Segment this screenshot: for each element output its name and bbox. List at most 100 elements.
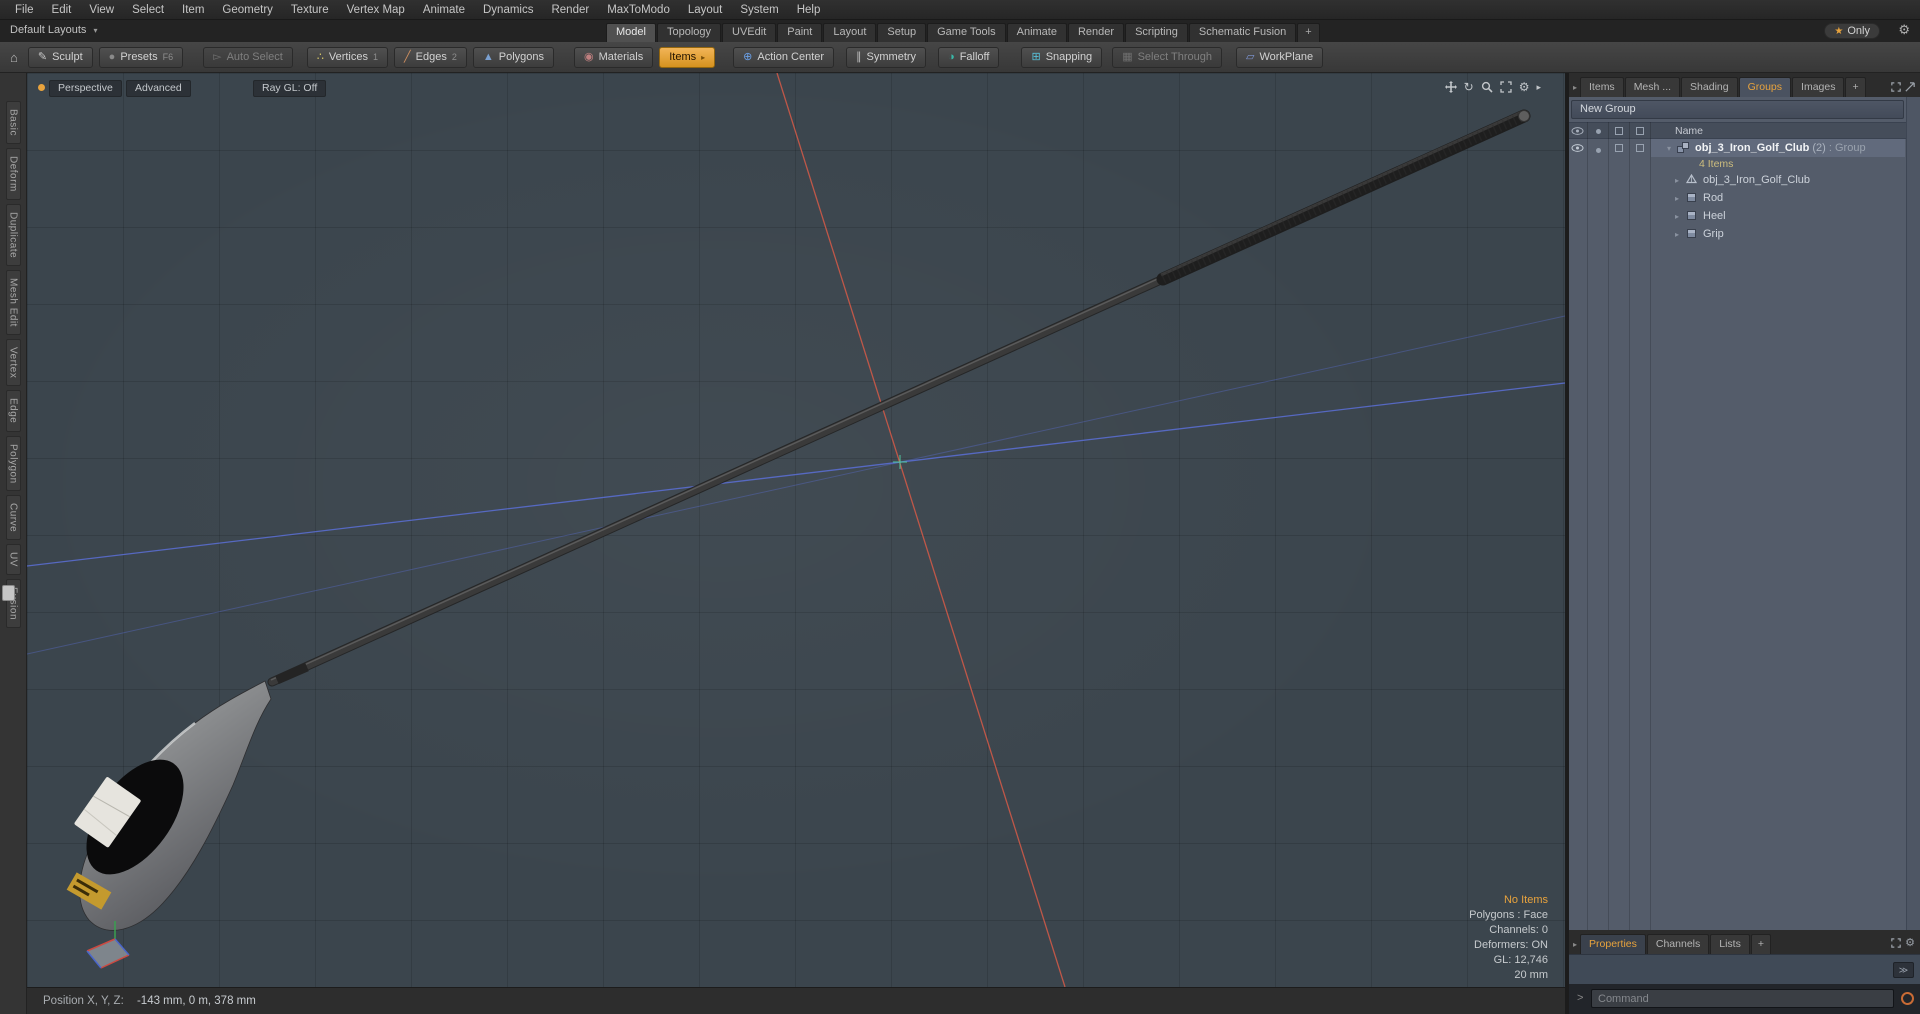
vertices-mode-button[interactable]: ∴ Vertices 1 bbox=[306, 46, 389, 68]
tab-model[interactable]: Model bbox=[606, 23, 656, 42]
presets-button[interactable]: ● Presets F6 bbox=[98, 46, 184, 68]
pan-icon[interactable] bbox=[1444, 81, 1457, 93]
viewport-shading-button[interactable]: Advanced bbox=[126, 80, 191, 97]
tab-layout[interactable]: Layout bbox=[823, 23, 877, 42]
tab-paint[interactable]: Paint bbox=[777, 23, 823, 42]
tab-images[interactable]: Images bbox=[1792, 77, 1845, 97]
menu-animate[interactable]: Animate bbox=[414, 0, 474, 20]
item-name-label[interactable]: Heel bbox=[1703, 207, 1726, 225]
expand-panel-icon[interactable] bbox=[1891, 82, 1901, 92]
menu-file[interactable]: File bbox=[6, 0, 43, 20]
tab-properties[interactable]: Properties bbox=[1580, 934, 1646, 954]
viewport-menu-dot[interactable] bbox=[38, 84, 45, 91]
menu-select[interactable]: Select bbox=[123, 0, 173, 20]
item-name-label[interactable]: Rod bbox=[1703, 189, 1723, 207]
menu-geometry[interactable]: Geometry bbox=[213, 0, 282, 20]
tab-shading[interactable]: Shading bbox=[1681, 77, 1738, 97]
action-center-button[interactable]: ⊕ Action Center bbox=[733, 46, 835, 68]
tab-schematic-fusion[interactable]: Schematic Fusion bbox=[1188, 23, 1297, 42]
expand-caret-icon[interactable]: ▸ bbox=[1675, 190, 1679, 208]
auto-select-button[interactable]: ▻ Auto Select bbox=[203, 46, 293, 68]
polygons-mode-button[interactable]: ▲ Polygons bbox=[472, 46, 555, 68]
menu-view[interactable]: View bbox=[80, 0, 123, 20]
menu-edit[interactable]: Edit bbox=[43, 0, 81, 20]
viewport-gear-icon[interactable]: ⚙ bbox=[1519, 81, 1530, 93]
left-tab-polygon[interactable]: Polygon bbox=[5, 435, 21, 492]
expand-properties-button[interactable]: ≫ bbox=[1893, 962, 1914, 978]
left-tab-vertex[interactable]: Vertex bbox=[5, 338, 21, 387]
select-through-button[interactable]: ▦ Select Through bbox=[1112, 46, 1222, 68]
tab-scripting[interactable]: Scripting bbox=[1125, 23, 1188, 42]
viewport-projection-button[interactable]: Perspective bbox=[49, 80, 122, 97]
menu-help[interactable]: Help bbox=[788, 0, 830, 20]
eye-icon[interactable] bbox=[1571, 144, 1584, 152]
expand-caret-icon[interactable]: ▸ bbox=[1675, 226, 1679, 244]
workplane-button[interactable]: ▱ WorkPlane bbox=[1236, 46, 1324, 68]
group-tree-list[interactable]: ▾ obj_3_Iron_Golf_Club (2) : Group 4 Ite… bbox=[1569, 122, 1906, 930]
menu-item[interactable]: Item bbox=[173, 0, 213, 20]
only-toggle-button[interactable]: ★ Only bbox=[1824, 23, 1880, 39]
tab-topology[interactable]: Topology bbox=[656, 23, 722, 42]
left-tab-deform[interactable]: Deform bbox=[5, 147, 21, 200]
left-tab-mesh-edit[interactable]: Mesh Edit bbox=[5, 269, 21, 335]
left-tab-duplicate[interactable]: Duplicate bbox=[5, 203, 21, 266]
menu-render[interactable]: Render bbox=[542, 0, 598, 20]
panel-menu-arrow-icon[interactable]: ▸ bbox=[1573, 83, 1577, 92]
orbit-icon[interactable]: ↻ bbox=[1464, 81, 1474, 93]
default-layouts-dropdown[interactable]: Default Layouts ▾ bbox=[10, 24, 98, 36]
expand-caret-icon[interactable]: ▸ bbox=[1675, 208, 1679, 226]
3d-viewport[interactable]: Perspective Advanced Ray GL: Off ↻ ⚙ ▸ N… bbox=[27, 73, 1565, 987]
items-mode-button[interactable]: Items ▸ bbox=[659, 46, 716, 68]
panel-scrollbar-strip[interactable] bbox=[1906, 97, 1920, 930]
add-panel-tab-button[interactable]: + bbox=[1845, 77, 1866, 97]
fit-view-icon[interactable] bbox=[1500, 81, 1512, 93]
menu-system[interactable]: System bbox=[731, 0, 787, 20]
tree-row-rod[interactable]: ▸ Rod bbox=[1569, 189, 1905, 207]
command-history-record-icon[interactable] bbox=[1901, 992, 1914, 1005]
tab-lists[interactable]: Lists bbox=[1710, 934, 1750, 954]
viewport-options-arrow-icon[interactable]: ▸ bbox=[1536, 82, 1541, 92]
expand-panel-icon[interactable] bbox=[1891, 937, 1901, 948]
tab-render[interactable]: Render bbox=[1067, 23, 1125, 42]
snapping-button[interactable]: ⊞ Snapping bbox=[1021, 46, 1103, 68]
tab-uvedit[interactable]: UVEdit bbox=[722, 23, 777, 42]
zoom-icon[interactable] bbox=[1481, 81, 1493, 93]
materials-mode-button[interactable]: ◉ Materials bbox=[574, 46, 654, 68]
panel-gear-icon[interactable]: ⚙ bbox=[1905, 936, 1915, 949]
tree-row-group[interactable]: ▾ obj_3_Iron_Golf_Club (2) : Group bbox=[1569, 139, 1905, 157]
golf-club-model[interactable] bbox=[66, 109, 1531, 931]
menu-layout[interactable]: Layout bbox=[679, 0, 732, 20]
left-tab-uv[interactable]: UV bbox=[5, 544, 21, 576]
panel-splitter-handle[interactable] bbox=[2, 585, 15, 601]
tree-row-heel[interactable]: ▸ Heel bbox=[1569, 207, 1905, 225]
edges-mode-button[interactable]: ╱ Edges 2 bbox=[394, 46, 467, 68]
expand-caret-icon[interactable]: ▸ bbox=[1675, 172, 1679, 190]
left-tab-edge[interactable]: Edge bbox=[5, 390, 21, 432]
tab-channels[interactable]: Channels bbox=[1646, 934, 1710, 954]
tab-mesh-ops[interactable]: Mesh ... bbox=[1624, 77, 1681, 97]
gear-icon[interactable]: ⚙ bbox=[1898, 22, 1910, 38]
viewport-raygl-button[interactable]: Ray GL: Off bbox=[253, 80, 327, 97]
add-panel-tab-button[interactable]: + bbox=[1750, 934, 1771, 954]
item-name-label[interactable]: Grip bbox=[1703, 225, 1724, 243]
symmetry-button[interactable]: ∥ Symmetry bbox=[846, 46, 927, 68]
tab-items[interactable]: Items bbox=[1580, 77, 1624, 97]
command-input[interactable] bbox=[1591, 989, 1894, 1008]
falloff-button[interactable]: ◑ Falloff bbox=[938, 46, 1000, 68]
render-toggle-icon[interactable] bbox=[1596, 148, 1601, 153]
menu-dynamics[interactable]: Dynamics bbox=[474, 0, 542, 20]
menu-vertex-map[interactable]: Vertex Map bbox=[338, 0, 414, 20]
new-group-button[interactable]: New Group bbox=[1571, 100, 1904, 119]
tab-animate[interactable]: Animate bbox=[1006, 23, 1067, 42]
add-layout-tab-button[interactable]: + bbox=[1297, 23, 1320, 42]
expand-caret-icon[interactable]: ▾ bbox=[1667, 140, 1671, 158]
home-icon[interactable]: ⌂ bbox=[10, 50, 18, 65]
tree-row-mesh[interactable]: ▸ obj_3_Iron_Golf_Club bbox=[1569, 171, 1905, 189]
tab-groups[interactable]: Groups bbox=[1738, 77, 1792, 97]
left-tab-basic[interactable]: Basic bbox=[5, 101, 21, 144]
menu-maxtomodo[interactable]: MaxToModo bbox=[598, 0, 679, 20]
tab-game-tools[interactable]: Game Tools bbox=[927, 23, 1006, 42]
maximize-panel-icon[interactable] bbox=[1905, 82, 1915, 92]
sculpt-button[interactable]: ✎ Sculpt bbox=[27, 46, 93, 68]
mesh-name-label[interactable]: obj_3_Iron_Golf_Club bbox=[1703, 171, 1810, 189]
